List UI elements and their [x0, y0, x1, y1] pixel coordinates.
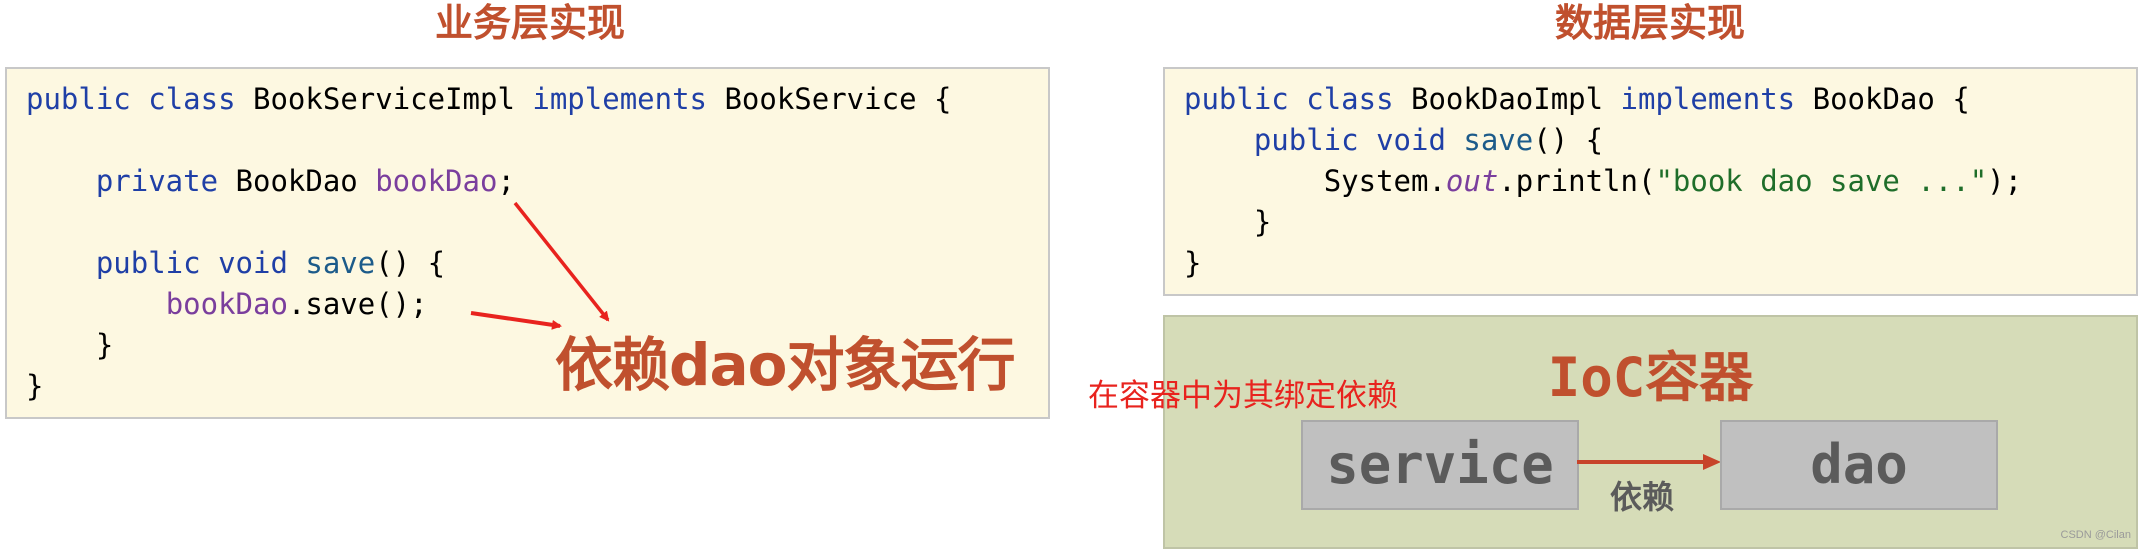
keyword: public [1253, 123, 1359, 157]
type-name: BookDao [235, 164, 358, 198]
code-line: public class BookServiceImpl implements … [26, 79, 1048, 120]
method-call: .println( [1498, 164, 1656, 198]
method-name: save [305, 246, 376, 280]
code-line: private BookDao bookDao; [26, 161, 1048, 202]
keyword: class [148, 82, 236, 116]
punctuation: () { [1533, 123, 1604, 157]
interface-name: BookDao [1812, 82, 1935, 116]
bind-dependency-note: 在容器中为其绑定依赖 [1088, 378, 1398, 414]
code-line: public class BookDaoImpl implements Book… [1184, 79, 2136, 120]
dependency-label: 依赖 [1610, 478, 1675, 516]
keyword: public [1184, 82, 1289, 116]
service-layer-title: 业务层实现 [434, 1, 625, 45]
brace: { [1952, 82, 1970, 116]
keyword: void [1376, 123, 1446, 157]
static-field: out [1445, 164, 1499, 198]
brace: { [934, 82, 952, 116]
brace: } [26, 369, 44, 403]
interface-name: BookService [724, 82, 917, 116]
field-name: bookDao [165, 287, 288, 321]
punctuation: ; [497, 164, 515, 198]
service-bean: service [1301, 420, 1579, 510]
field-name: bookDao [375, 164, 498, 198]
arrow-head [1703, 454, 1721, 470]
keyword: public [26, 82, 131, 116]
code-line: public void save() { [1184, 120, 2136, 161]
keyword: implements [1620, 82, 1796, 116]
brace: } [1253, 205, 1272, 239]
ioc-container: IoC容器 service 依赖 dao [1163, 315, 2138, 549]
method-call: .save(); [287, 287, 428, 321]
method-name: save [1463, 123, 1534, 157]
brace: } [1184, 246, 1202, 280]
dao-bean: dao [1720, 420, 1998, 510]
code-line: System.out.println("book dao save ..."); [1184, 161, 2136, 202]
code-line: public void save() { [26, 243, 1048, 284]
keyword: public [95, 246, 201, 280]
keyword: private [95, 164, 219, 198]
keyword: implements [532, 82, 707, 116]
class-name: BookServiceImpl [253, 82, 515, 116]
code-line: } [1184, 243, 2136, 284]
dependency-annotation: 依赖dao对象运行 [555, 331, 1016, 399]
brace: } [95, 328, 114, 362]
watermark: CSDN @Cilan [2060, 529, 2131, 541]
punctuation: () { [375, 246, 446, 280]
keyword: class [1306, 82, 1394, 116]
keyword: void [218, 246, 288, 280]
string-literal: "book dao save ..." [1655, 164, 1988, 198]
class-name: BookDaoImpl [1411, 82, 1604, 116]
punctuation: ); [1987, 164, 2023, 198]
class-ref: System. [1323, 164, 1446, 198]
code-line: } [1184, 202, 2136, 243]
dao-layer-title: 数据层实现 [1554, 1, 1745, 45]
dao-code-block: public class BookDaoImpl implements Book… [1163, 67, 2138, 296]
